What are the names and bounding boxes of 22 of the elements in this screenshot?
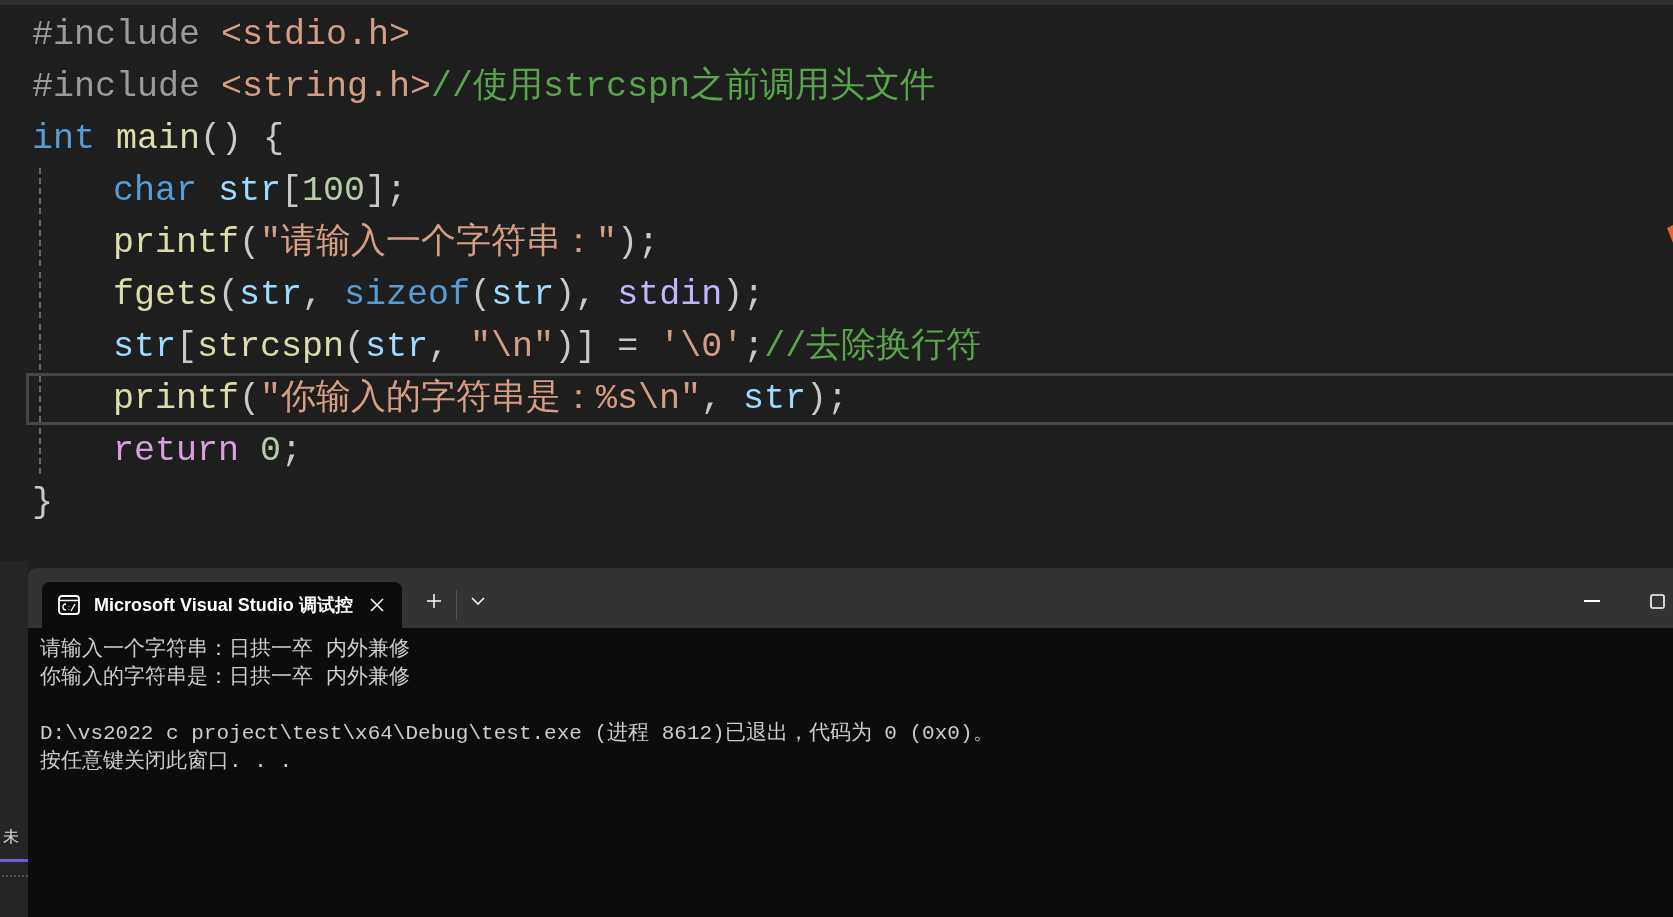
code-line: printf("你输入的字符串是：%s\n", str);	[112, 377, 849, 421]
console-icon	[58, 595, 80, 615]
edge-marker-icon	[1665, 225, 1673, 243]
chevron-down-icon[interactable]	[471, 597, 485, 605]
code-line: }	[31, 482, 53, 525]
close-icon[interactable]	[370, 598, 384, 612]
add-tab-icon[interactable]	[426, 593, 442, 609]
console-output-line: 按任意键关闭此窗口. . .	[40, 748, 293, 775]
code-line: return 0;	[112, 430, 303, 473]
console-output-line: 请输入一个字符串：日拱一卒 内外兼修	[40, 636, 411, 663]
code-line: int main() {	[31, 118, 285, 161]
panel-label: 未	[3, 827, 19, 847]
code-line: printf("请输入一个字符串：");	[112, 221, 660, 265]
terminal-tab[interactable]: Microsoft Visual Studio 调试控	[42, 582, 402, 628]
console-output-line: 你输入的字符串是：日拱一卒 内外兼修	[40, 664, 411, 691]
code-line: fgets(str, sizeof(str), stdin);	[112, 274, 765, 317]
console-output-line: D:\vs2022 c project\test\x64\Debug\test.exe (进程 8612)已退出，代码为 0 (0x0)。	[40, 720, 995, 747]
maximize-icon[interactable]	[1650, 593, 1665, 609]
code-line: char str[100];	[112, 170, 408, 213]
code-line: #include <string.h>//使用strcspn之前调用头文件	[31, 65, 936, 109]
code-line: str[strcspn(str, "\n")] = '\0';//去除换行符	[112, 326, 982, 369]
code-line: #include <stdio.h>	[31, 14, 411, 57]
